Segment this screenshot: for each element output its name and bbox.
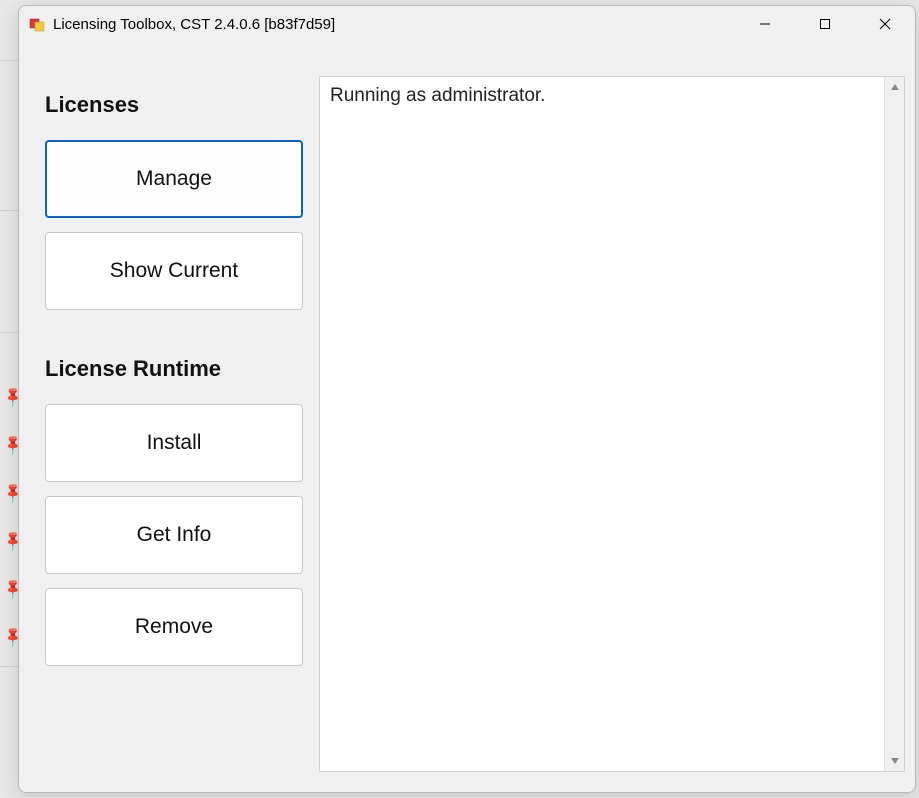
manage-button[interactable]: Manage: [45, 140, 303, 218]
minimize-button[interactable]: [735, 6, 795, 42]
scrollbar[interactable]: [884, 77, 904, 771]
app-window: Licensing Toolbox, CST 2.4.0.6 [b83f7d59…: [18, 5, 916, 793]
show-current-button-label: Show Current: [110, 259, 238, 283]
app-icon: [29, 16, 45, 32]
titlebar: Licensing Toolbox, CST 2.4.0.6 [b83f7d59…: [19, 6, 915, 42]
titlebar-left: Licensing Toolbox, CST 2.4.0.6 [b83f7d59…: [29, 16, 335, 33]
scroll-down-arrow-icon[interactable]: [885, 751, 904, 771]
maximize-button[interactable]: [795, 6, 855, 42]
install-button-label: Install: [147, 431, 202, 455]
content-area: Licenses Manage Show Current License Run…: [19, 42, 915, 792]
window-controls: [735, 6, 915, 42]
manage-button-label: Manage: [136, 167, 212, 191]
install-button[interactable]: Install: [45, 404, 303, 482]
window-title: Licensing Toolbox, CST 2.4.0.6 [b83f7d59…: [53, 16, 335, 33]
runtime-heading: License Runtime: [45, 356, 299, 382]
get-info-button-label: Get Info: [137, 523, 212, 547]
background-items: 📌 📌 📌 📌 📌 📌: [0, 0, 20, 798]
sidebar: Licenses Manage Show Current License Run…: [29, 52, 299, 782]
licenses-heading: Licenses: [45, 92, 299, 118]
log-text: Running as administrator.: [320, 77, 884, 771]
log-panel: Running as administrator.: [319, 76, 905, 772]
scroll-up-arrow-icon[interactable]: [885, 77, 904, 97]
close-button[interactable]: [855, 6, 915, 42]
show-current-button[interactable]: Show Current: [45, 232, 303, 310]
remove-button-label: Remove: [135, 615, 213, 639]
remove-button[interactable]: Remove: [45, 588, 303, 666]
get-info-button[interactable]: Get Info: [45, 496, 303, 574]
